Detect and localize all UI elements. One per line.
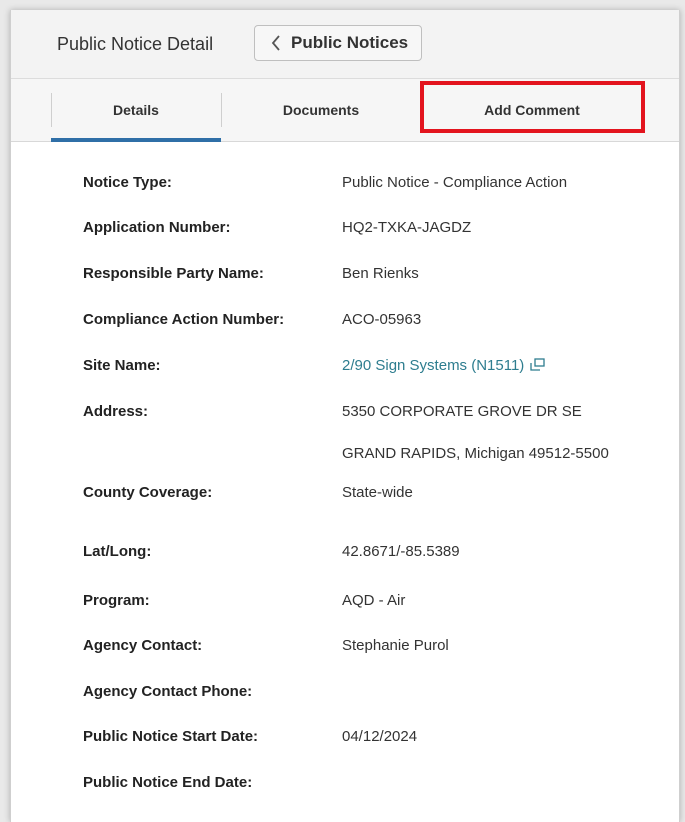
back-button-label: Public Notices: [291, 33, 409, 52]
compliance-action-number-label: Compliance Action Number:: [83, 311, 285, 328]
application-number-label: Application Number:: [83, 219, 231, 236]
responsible-party-label: Responsible Party Name:: [83, 265, 264, 282]
agency-contact-phone-label: Agency Contact Phone:: [83, 683, 253, 700]
end-date-label: Public Notice End Date:: [83, 774, 253, 791]
site-name-link[interactable]: 2/90 Sign Systems (N1511): [342, 357, 545, 375]
back-to-public-notices-button[interactable]: Public Notices: [254, 25, 422, 61]
site-name-label: Site Name:: [83, 357, 161, 374]
address-line-2: GRAND RAPIDS, Michigan 49512-5500: [342, 445, 609, 462]
external-window-icon: [530, 358, 545, 375]
county-coverage-value: State-wide: [342, 484, 413, 501]
lat-long-label: Lat/Long:: [83, 543, 152, 560]
start-date-value: 04/12/2024: [342, 728, 418, 745]
address-line-1: 5350 CORPORATE GROVE DR SE: [342, 403, 582, 420]
tab-documents[interactable]: Documents: [221, 79, 421, 141]
lat-long-value: 42.8671/-85.5389: [342, 543, 460, 560]
chevron-left-icon: [269, 33, 283, 53]
agency-contact-label: Agency Contact:: [83, 637, 203, 654]
program-value: AQD - Air: [342, 592, 406, 609]
notice-type-label: Notice Type:: [83, 174, 172, 191]
responsible-party-value: Ben Rienks: [342, 265, 419, 282]
page-title: Public Notice Detail: [57, 34, 214, 54]
county-coverage-label: County Coverage:: [83, 484, 213, 501]
application-number-value: HQ2-TXKA-JAGDZ: [342, 219, 472, 236]
agency-contact-value: Stephanie Purol: [342, 637, 449, 654]
site-name-link-text: 2/90 Sign Systems (N1511): [342, 357, 525, 374]
page-header: Public Notice Detail Public Notices: [11, 10, 679, 79]
program-label: Program:: [83, 592, 150, 609]
tab-bar: Details Documents Add Comment: [11, 79, 679, 142]
tab-details[interactable]: Details: [51, 79, 221, 142]
public-notice-detail-panel: Public Notice Detail Public Notices Deta…: [10, 10, 680, 822]
address-label: Address:: [83, 403, 149, 420]
tab-add-comment[interactable]: Add Comment: [421, 79, 643, 141]
start-date-label: Public Notice Start Date:: [83, 728, 259, 745]
notice-type-value: Public Notice - Compliance Action: [342, 174, 568, 191]
compliance-action-number-value: ACO-05963: [342, 311, 422, 328]
